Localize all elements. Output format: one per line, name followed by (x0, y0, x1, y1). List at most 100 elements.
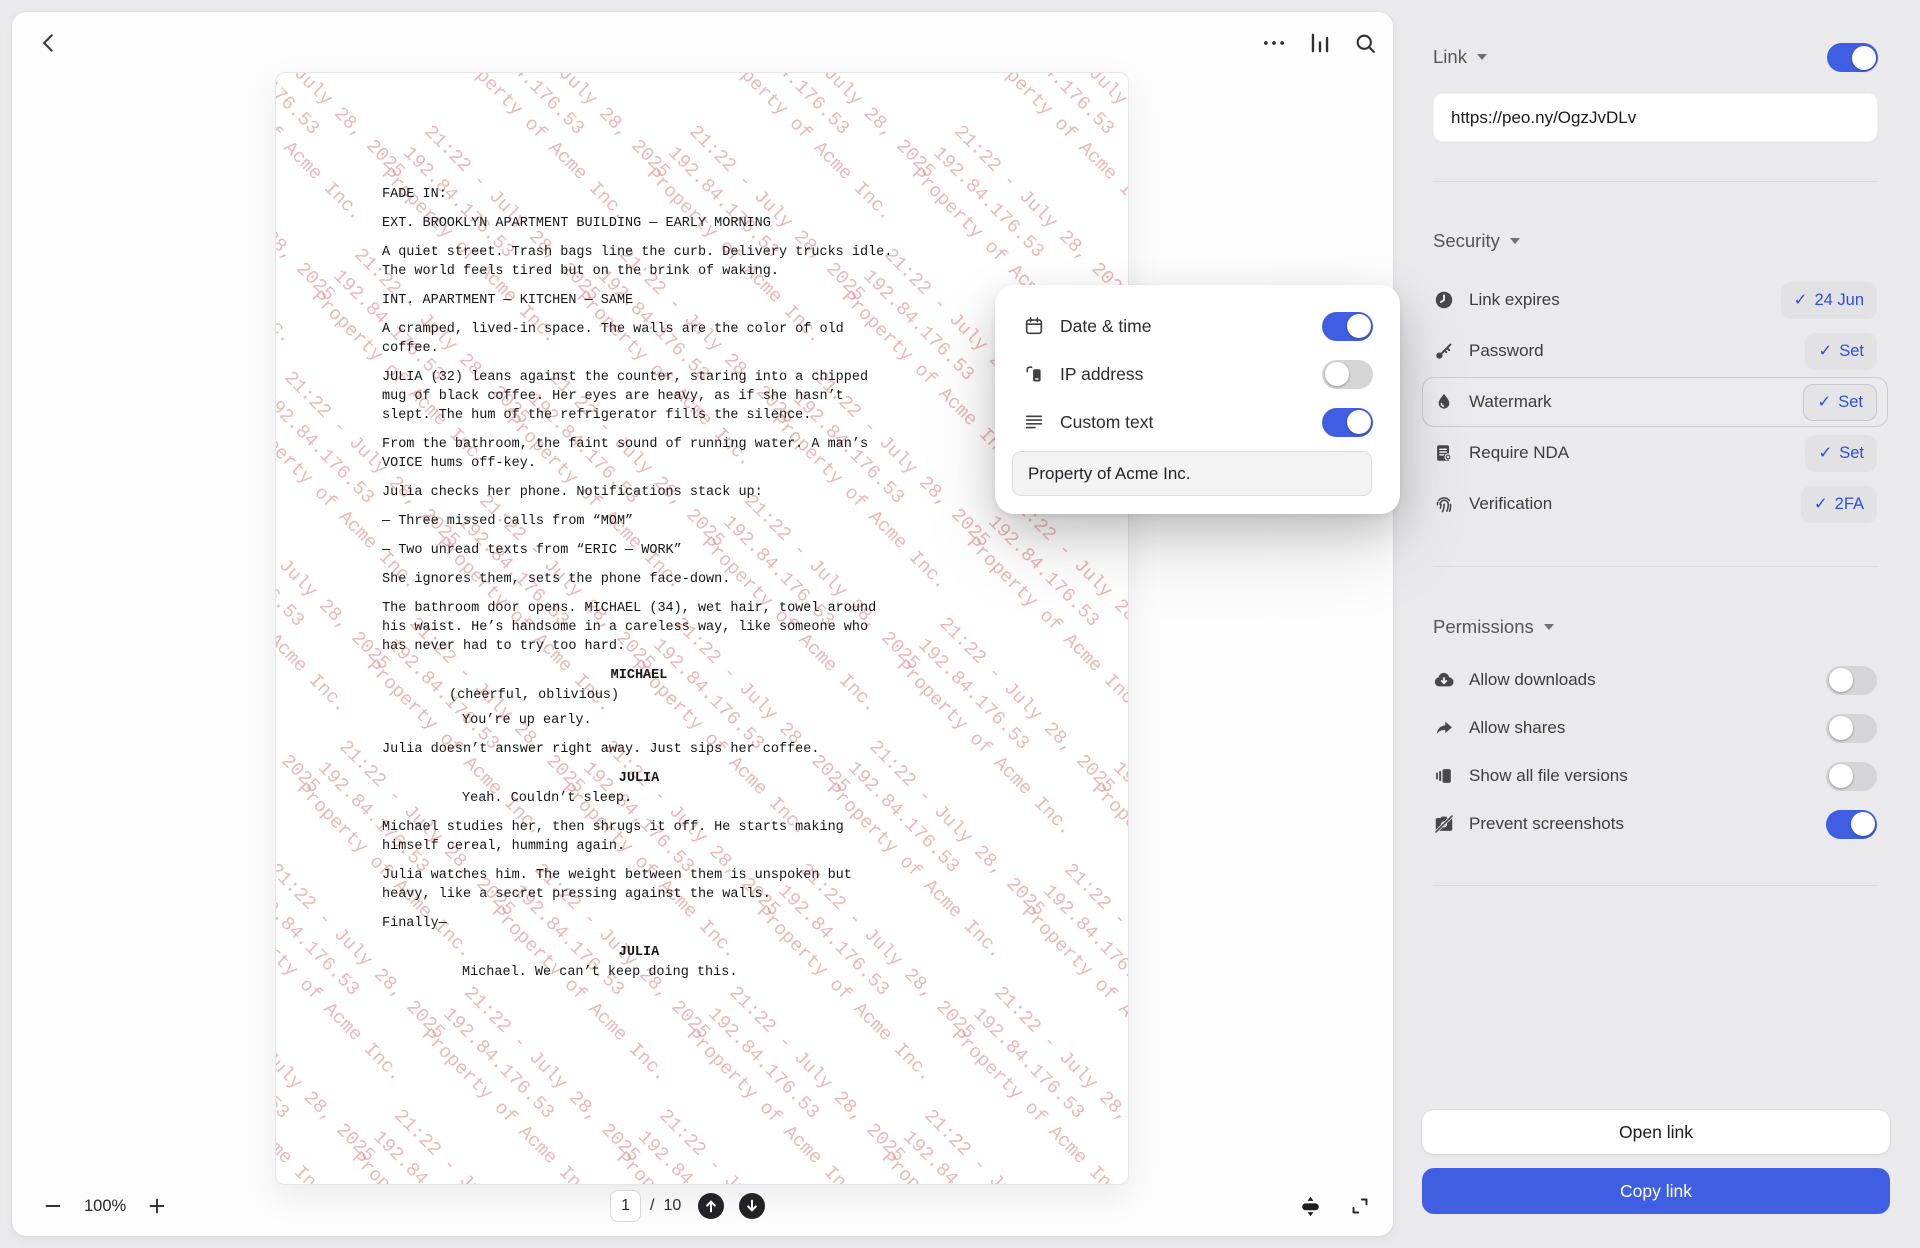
script-dialog-line: You’re up early. (382, 711, 896, 730)
script-action-line: Julia checks her phone. Notifications st… (382, 483, 896, 502)
check-icon: ✓ (1818, 341, 1832, 361)
custom-text-input[interactable] (1012, 451, 1372, 496)
document-page: 21:22 - July 28, 2025 192.84.176.53 Prop… (275, 72, 1129, 1185)
allow-shares-toggle[interactable] (1826, 714, 1877, 743)
security-section-title[interactable]: Security (1433, 230, 1520, 252)
check-icon: ✓ (1817, 392, 1831, 412)
watermark-text: 21:22 - July 28, 2025 192.84.176.53 Prop… (1014, 856, 1129, 1089)
link-enabled-toggle[interactable] (1827, 43, 1878, 72)
script-action-line: FADE IN: (382, 185, 896, 204)
fingerprint-icon (1433, 493, 1455, 515)
script-scene-line: EXT. BROOKLYN APARTMENT BUILDING — EARLY… (382, 214, 896, 233)
prevent-screenshots-toggle[interactable] (1826, 810, 1877, 839)
expand-icon (1348, 1194, 1372, 1218)
permission-rows: Allow downloads Allow shares Show all fi… (1422, 656, 1888, 848)
watermark-text: 21:22 - July 28, 2025 192.84.176.53 Prop… (889, 610, 1122, 843)
script-action-line: A cramped, lived-in space. The walls are… (382, 320, 896, 358)
share-icon (1433, 717, 1455, 739)
watermark-settings-popover: Date & time IP address Custom text (995, 285, 1400, 514)
script-action-line: From the bathroom, the faint sound of ru… (382, 435, 896, 473)
viewer-tools (1295, 1186, 1375, 1226)
script-action-line: — Two unread texts from “ERIC — WORK” (382, 541, 896, 560)
zoom-in-button[interactable] (142, 1191, 172, 1221)
script-action-line: She ignores them, sets the phone face-do… (382, 570, 896, 589)
script-content: FADE IN: EXT. BROOKLYN APARTMENT BUILDING… (382, 185, 896, 992)
open-link-button[interactable]: Open link (1422, 1110, 1890, 1154)
permission-row-allow-shares: Allow shares (1422, 704, 1888, 752)
toggle-knob (1325, 362, 1349, 386)
search-icon (1353, 31, 1378, 56)
watermark-text: 21:22 - July 28, 2025 192.84.176.53 Prop… (344, 1102, 577, 1185)
previous-page-button[interactable] (698, 1193, 724, 1219)
security-row-watermark[interactable]: Watermark ✓Set (1422, 377, 1888, 427)
next-page-button[interactable] (739, 1193, 765, 1219)
date-time-toggle[interactable] (1322, 312, 1373, 341)
watermark-text: 21:22 - July 28, 2025 192.84.176.53 Prop… (959, 487, 1129, 720)
script-dialog-line: Yeah. Couldn’t sleep. (382, 789, 896, 808)
watermark-text: 21:22 - July 28, 2025 192.84.176.53 Prop… (679, 979, 912, 1185)
permissions-section-title[interactable]: Permissions (1433, 616, 1554, 638)
link-url-input[interactable] (1433, 93, 1878, 142)
link-expires-label: Link expires (1469, 290, 1560, 310)
zoom-controls: 100% (28, 1186, 182, 1226)
password-badge: ✓Set (1805, 333, 1877, 370)
script-paren-line: (cheerful, oblivious) (382, 686, 896, 705)
verification-badge: ✓2FA (1801, 486, 1877, 523)
plus-icon (146, 1195, 168, 1217)
toggle-knob (1829, 716, 1853, 740)
link-title-label: Link (1433, 46, 1467, 68)
check-icon: ✓ (1814, 494, 1828, 514)
custom-text-toggle[interactable] (1322, 408, 1373, 437)
script-action-line: — Three missed calls from “MOM” (382, 512, 896, 531)
more-button[interactable] (1259, 28, 1289, 58)
security-row-verification[interactable]: Verification ✓2FA (1422, 479, 1888, 529)
watermark-text: 21:22 - July 28, 2025 192.84.176.53 Prop… (944, 979, 1129, 1185)
fullscreen-button[interactable] (1345, 1191, 1375, 1221)
permission-row-allow-downloads: Allow downloads (1422, 656, 1888, 704)
divider (1433, 885, 1878, 886)
watermark-text: 21:22 - July 28, 2025 192.84.176.53 Prop… (974, 72, 1129, 228)
watermark-text: 21:22 - July 28, 2025 192.84.176.53 Prop… (275, 1102, 312, 1185)
calendar-icon (1023, 315, 1045, 337)
verification-label: Verification (1469, 494, 1552, 514)
key-icon (1433, 340, 1455, 362)
custom-text-icon (1023, 411, 1045, 433)
script-action-line: Michael studies her, then shrugs it off.… (382, 818, 896, 856)
watermark-text: 21:22 - July 28, 2025 192.84.176.53 Prop… (414, 979, 647, 1185)
script-action-line: JULIA (32) leans against the counter, st… (382, 368, 896, 425)
security-row-require-nda[interactable]: Require NDA ✓Set (1422, 428, 1888, 478)
script-char-line: JULIA (382, 943, 896, 962)
script-char-line: MICHAEL (382, 666, 896, 685)
page-separator: / (650, 1197, 654, 1215)
droplet-icon (1433, 391, 1455, 413)
date-time-label: Date & time (1060, 316, 1151, 337)
script-action-line: Julia watches him. The weight between th… (382, 866, 896, 904)
script-scene-line: INT. APARTMENT — KITCHEN — SAME (382, 291, 896, 310)
bar-chart-icon (1307, 30, 1333, 56)
page-number-input[interactable] (610, 1190, 641, 1222)
copy-link-button[interactable]: Copy link (1422, 1168, 1890, 1214)
zoom-out-button[interactable] (38, 1191, 68, 1221)
script-action-line: Finally— (382, 914, 896, 933)
analytics-button[interactable] (1305, 28, 1335, 58)
security-row-link-expires[interactable]: Link expires ✓24 Jun (1422, 275, 1888, 325)
toggle-knob (1347, 410, 1371, 434)
ip-address-toggle[interactable] (1322, 360, 1373, 389)
permission-row-prevent-screenshots: Prevent screenshots (1422, 800, 1888, 848)
watermark-text: 21:22 - July 28, 2025 192.84.176.53 Prop… (609, 1102, 842, 1185)
show-all-file-versions-toggle[interactable] (1826, 762, 1877, 791)
scroll-mode-button[interactable] (1295, 1191, 1325, 1221)
allow-shares-label: Allow shares (1469, 718, 1565, 738)
link-section-title[interactable]: Link (1433, 46, 1487, 68)
require-nda-badge: ✓Set (1805, 435, 1877, 472)
popover-row-date-time: Date & time (1023, 310, 1373, 342)
chevron-left-icon (36, 30, 62, 56)
allow-downloads-toggle[interactable] (1826, 666, 1877, 695)
prevent-screenshots-label: Prevent screenshots (1469, 814, 1624, 834)
search-button[interactable] (1350, 28, 1380, 58)
check-icon: ✓ (1818, 443, 1832, 463)
security-row-password[interactable]: Password ✓Set (1422, 326, 1888, 376)
arrow-up-circle-icon (698, 1193, 724, 1219)
back-button[interactable] (34, 28, 64, 58)
ip-address-label: IP address (1060, 364, 1143, 385)
